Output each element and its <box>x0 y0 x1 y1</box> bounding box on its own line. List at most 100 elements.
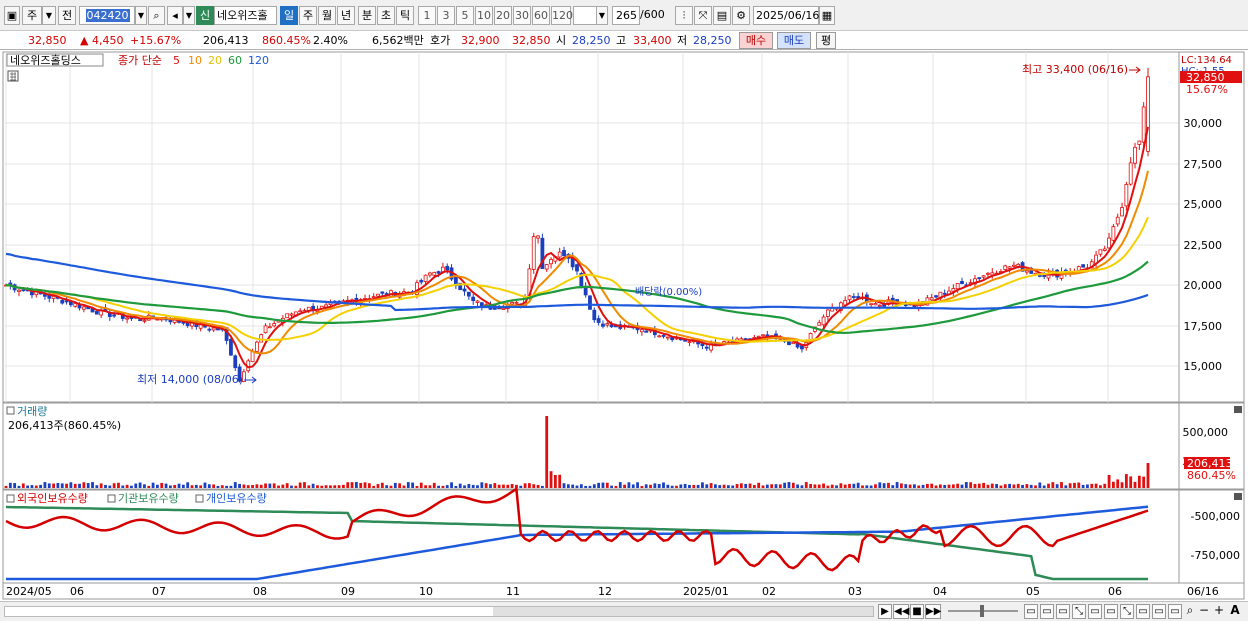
save-icon[interactable]: ▤ <box>713 6 731 25</box>
rewind-button[interactable]: ◀◀ <box>893 604 909 619</box>
price-tick-label: 30,000 <box>1184 117 1223 130</box>
volume-bar <box>1064 485 1068 488</box>
zoom-search-icon[interactable]: ⌕ <box>1184 604 1196 619</box>
interval-1-button[interactable]: 1 <box>418 6 436 25</box>
volume-bar <box>735 484 739 488</box>
play-button[interactable]: ▶ <box>878 604 892 619</box>
interval-5-button[interactable]: 5 <box>456 6 474 25</box>
extra-button[interactable]: 평 <box>816 32 836 49</box>
volume-bar <box>112 483 116 488</box>
code-dropdown-icon[interactable]: ▼ <box>135 6 147 25</box>
stock-code-input[interactable]: 042420 <box>79 6 135 25</box>
calendar-icon[interactable]: ▦ <box>819 6 835 25</box>
chevron-down-icon[interactable]: ▼ <box>42 6 56 25</box>
market-select[interactable]: 주 <box>22 6 42 25</box>
candle-body <box>73 303 78 307</box>
tool-icon-2[interactable]: ▭ <box>1040 604 1054 619</box>
count-input[interactable]: 265 <box>612 6 640 25</box>
volume-close-icon[interactable] <box>1234 406 1242 413</box>
volume-bar <box>640 485 644 488</box>
stock-name-field[interactable]: 네오위즈홀 <box>214 6 277 25</box>
tool-icon-1[interactable]: ▭ <box>1024 604 1038 619</box>
interval-10-button[interactable]: 10 <box>475 6 493 25</box>
period-year-button[interactable]: 년 <box>337 6 355 25</box>
candle-body <box>644 330 649 333</box>
volume-bar <box>333 485 337 488</box>
volume-bar <box>190 485 194 488</box>
volume-bar <box>843 484 847 488</box>
volume-bar <box>791 482 795 488</box>
horizontal-scrollbar[interactable] <box>4 606 874 617</box>
max-price-label: 최고 33,400 (06/16) <box>1022 63 1128 76</box>
tool-icon-6[interactable]: ▭ <box>1104 604 1118 619</box>
search-icon[interactable]: ⌕ <box>148 6 165 25</box>
period-minute-button[interactable]: 분 <box>358 6 376 25</box>
tool-icon-9[interactable]: ▭ <box>1152 604 1166 619</box>
candle-body <box>977 277 982 280</box>
candle-body <box>1133 146 1137 164</box>
tool-icon-7[interactable]: ⤡ <box>1120 604 1134 619</box>
speaker-dropdown-icon[interactable]: ▼ <box>183 6 195 25</box>
sell-button[interactable]: 매도 <box>777 32 811 49</box>
candle-type-icon[interactable]: ⫶ <box>675 6 693 25</box>
volume-bar <box>995 484 998 488</box>
tool-icon-5[interactable]: ▭ <box>1088 604 1102 619</box>
interval-60-button[interactable]: 60 <box>532 6 550 25</box>
volume-bar <box>882 483 886 488</box>
volume-bar <box>696 484 700 488</box>
zoom-slider-handle[interactable] <box>980 605 984 617</box>
window-icon[interactable]: ▣ <box>4 6 20 25</box>
tool-icon-8[interactable]: ▭ <box>1136 604 1150 619</box>
ask-price: 32,900 <box>461 34 500 47</box>
x-axis-label: 06 <box>70 585 84 598</box>
tool-icon-10[interactable]: ▭ <box>1168 604 1182 619</box>
zoom-slider[interactable] <box>948 605 1018 617</box>
volume-bar <box>774 484 778 488</box>
zoom-out-icon[interactable]: − <box>1198 604 1210 619</box>
candle-body <box>17 289 21 293</box>
period-week-button[interactable]: 주 <box>299 6 317 25</box>
volume-bar <box>553 474 557 488</box>
volume-bar <box>476 485 479 488</box>
tool-icon-3[interactable]: ▭ <box>1056 604 1070 619</box>
speaker-icon[interactable]: ◂ <box>167 6 183 25</box>
volume-bar <box>532 484 536 488</box>
volume-bar <box>389 485 393 488</box>
zoom-in-icon[interactable]: + <box>1213 604 1225 619</box>
volume-bar <box>1055 484 1059 488</box>
volume-bar <box>739 483 743 488</box>
date-field[interactable]: 2025/06/16 <box>753 6 819 25</box>
volume-bar <box>311 483 315 488</box>
tool-icon-4[interactable]: ⤡ <box>1072 604 1086 619</box>
candle-body <box>986 272 990 275</box>
period-second-button[interactable]: 초 <box>377 6 395 25</box>
prev-button[interactable]: 전 <box>58 6 76 25</box>
interval-3-button[interactable]: 3 <box>437 6 455 25</box>
interval-30-button[interactable]: 30 <box>513 6 531 25</box>
interval-20-button[interactable]: 20 <box>494 6 512 25</box>
volume-bar <box>147 485 151 488</box>
interval-dropdown-icon[interactable]: ▼ <box>596 6 608 25</box>
candle-body <box>471 296 476 301</box>
volume-bar <box>982 482 986 488</box>
period-month-button[interactable]: 월 <box>318 6 336 25</box>
volume-bar <box>376 484 380 488</box>
bid-price: 32,850 <box>512 34 551 47</box>
period-day-button[interactable]: 일 <box>280 6 298 25</box>
scroll-thumb[interactable] <box>493 607 873 616</box>
auto-scale-icon[interactable]: A <box>1228 604 1242 619</box>
trade-amount: 6,562백만 <box>372 34 424 47</box>
candle-body <box>1120 207 1124 217</box>
volume-bar <box>861 485 864 488</box>
stop-button[interactable]: ■ <box>910 604 924 619</box>
buy-button[interactable]: 매수 <box>739 32 773 49</box>
holding-close-icon[interactable] <box>1234 493 1242 500</box>
forward-button[interactable]: ▶▶ <box>925 604 941 619</box>
indicator-icon[interactable]: ⤧ <box>694 6 712 25</box>
grid-toggle-icon[interactable] <box>7 70 19 82</box>
candle-body <box>371 296 376 299</box>
period-tick-button[interactable]: 틱 <box>396 6 414 25</box>
gear-icon[interactable]: ⚙ <box>732 6 750 25</box>
interval-120-button[interactable]: 120 <box>551 6 573 25</box>
navigation-bar: ▶ ◀◀ ■ ▶▶ ▭ ▭ ▭ ⤡ ▭ ▭ ⤡ ▭ ▭ ▭ ⌕ − + A <box>0 601 1248 621</box>
